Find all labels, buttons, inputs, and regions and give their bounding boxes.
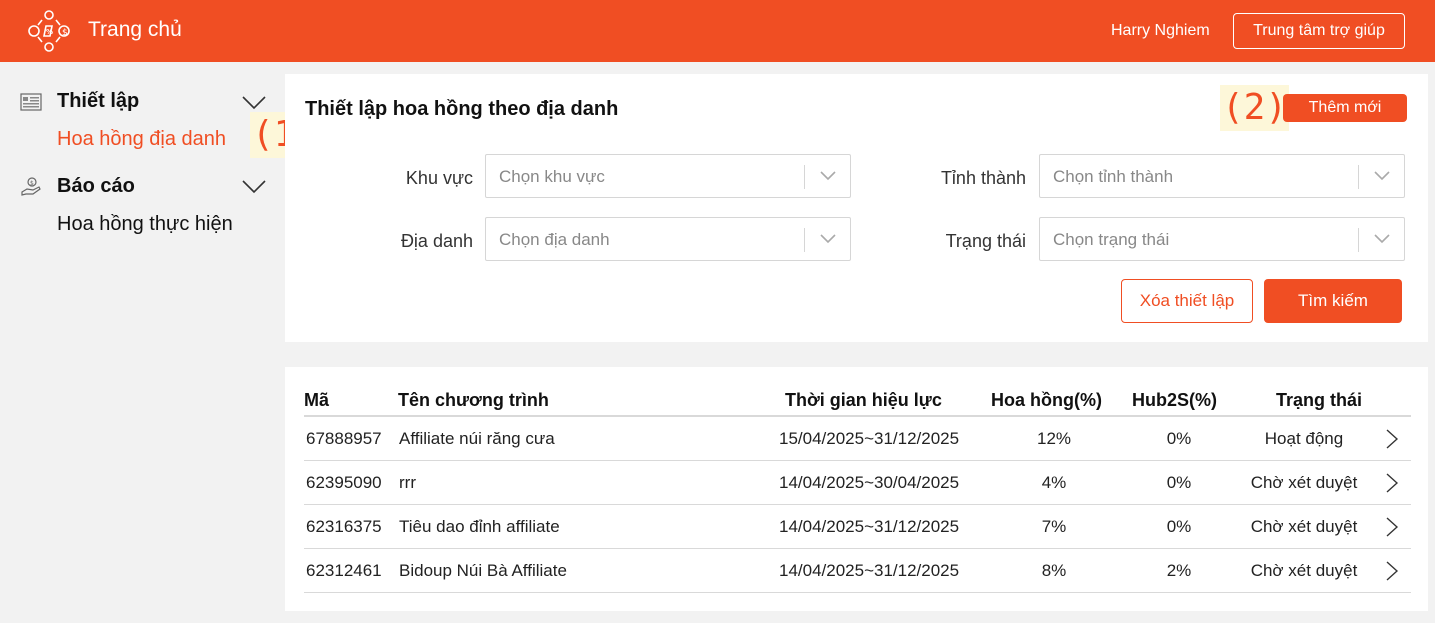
cell-status: Hoạt động [1264, 429, 1344, 448]
select-divider [1358, 165, 1359, 189]
sidebar-item-commission-report[interactable]: Hoa hồng thực hiện [57, 213, 233, 236]
select-divider [804, 165, 805, 189]
table-row[interactable]: 62395090 rrr 14/04/2025~30/04/2025 4% 0%… [304, 461, 1411, 505]
column-header-code: Mã [304, 390, 330, 410]
cell-hub2s: 0% [1166, 517, 1192, 536]
place-placeholder: Chọn địa danh [499, 230, 610, 249]
home-link[interactable]: Trang chủ [88, 18, 182, 42]
table-row[interactable]: 62316375 Tiêu dao đỉnh affiliate 14/04/2… [304, 505, 1411, 549]
table-row[interactable]: 67888957 Affiliate núi răng cưa 15/04/20… [304, 417, 1411, 461]
region-placeholder: Chọn khu vực [499, 167, 605, 186]
cell-period: 14/04/2025~31/12/2025 [779, 517, 960, 536]
cell-name: rrr [399, 473, 416, 492]
chevron-down-icon [1374, 234, 1390, 244]
cell-code: 62312461 [306, 561, 382, 580]
clear-filter-button[interactable]: Xóa thiết lập [1121, 279, 1253, 323]
province-label: Tỉnh thành [940, 168, 1026, 188]
cell-period: 14/04/2025~31/12/2025 [779, 561, 960, 580]
top-bar: $ % Trang chủ Harry Nghiem Trung tâm trợ… [0, 0, 1435, 62]
cell-code: 67888957 [306, 429, 382, 448]
logo-icon[interactable]: $ % [24, 6, 74, 56]
column-header-status: Trạng thái [1276, 390, 1363, 410]
sidebar-section-settings[interactable]: Thiết lập [20, 90, 139, 113]
dashboard-icon [20, 92, 42, 111]
cell-name: Bidoup Núi Bà Affiliate [399, 561, 567, 580]
sidebar-section-label: Thiết lập [57, 90, 140, 112]
column-header-commission: Hoa hồng(%) [991, 390, 1102, 410]
cell-name: Tiêu dao đỉnh affiliate [399, 517, 560, 536]
place-select[interactable]: Chọn địa danh [485, 217, 851, 261]
cell-commission: 7% [1041, 517, 1067, 536]
chevron-down-icon [1374, 171, 1390, 181]
region-label: Khu vực [405, 168, 473, 188]
filter-panel: Thiết lập hoa hồng theo địa danh (2) Thê… [285, 74, 1428, 342]
add-new-button[interactable]: Thêm mới [1283, 94, 1407, 122]
status-placeholder: Chọn trạng thái [1053, 230, 1170, 249]
cell-status: Chờ xét duyệt [1250, 561, 1358, 580]
chevron-down-icon [820, 234, 836, 244]
sidebar-item-place-commission[interactable]: Hoa hồng địa danh [57, 128, 226, 151]
cell-hub2s: 0% [1166, 429, 1192, 448]
svg-text:$: $ [62, 28, 68, 38]
cell-status: Chờ xét duyệt [1250, 517, 1358, 536]
cell-period: 14/04/2025~30/04/2025 [779, 473, 960, 492]
column-header-name: Tên chương trình [398, 390, 549, 410]
chevron-right-icon[interactable] [1386, 517, 1398, 537]
annotation-marker-2: (2) [1220, 85, 1290, 131]
svg-text:%: % [46, 28, 53, 36]
cell-name: Affiliate núi răng cưa [399, 429, 555, 448]
cell-hub2s: 0% [1166, 473, 1192, 492]
status-label: Trạng thái [945, 231, 1026, 251]
sidebar: Thiết lập Hoa hồng địa danh (1) $ Báo cá… [0, 62, 320, 623]
place-label: Địa danh [400, 231, 473, 251]
chevron-down-icon[interactable] [242, 96, 266, 110]
money-hand-icon: $ [21, 176, 41, 196]
page-title: Thiết lập hoa hồng theo địa danh [305, 98, 619, 120]
search-button[interactable]: Tìm kiếm [1264, 279, 1402, 323]
cell-code: 62316375 [306, 517, 382, 536]
cell-commission: 4% [1041, 473, 1067, 492]
chevron-down-icon [820, 171, 836, 181]
sidebar-section-reports[interactable]: $ Báo cáo [20, 175, 135, 198]
cell-period: 15/04/2025~31/12/2025 [779, 429, 960, 448]
chevron-right-icon[interactable] [1386, 473, 1398, 493]
cell-status: Chờ xét duyệt [1250, 473, 1358, 492]
chevron-right-icon[interactable] [1386, 561, 1398, 581]
chevron-right-icon[interactable] [1386, 429, 1398, 449]
column-header-hub2s: Hub2S(%) [1132, 390, 1217, 410]
select-divider [1358, 228, 1359, 252]
province-select[interactable]: Chọn tỉnh thành [1039, 154, 1405, 198]
results-table: Mã Tên chương trình Thời gian hiệu lực H… [285, 367, 1428, 611]
cell-hub2s: 2% [1166, 561, 1192, 580]
help-center-button[interactable]: Trung tâm trợ giúp [1233, 13, 1405, 49]
province-placeholder: Chọn tỉnh thành [1053, 167, 1174, 186]
column-header-period: Thời gian hiệu lực [785, 390, 942, 410]
select-divider [804, 228, 805, 252]
cell-code: 62395090 [306, 473, 382, 492]
status-select[interactable]: Chọn trạng thái [1039, 217, 1405, 261]
cell-commission: 12% [1036, 429, 1072, 448]
chevron-down-icon[interactable] [242, 180, 266, 194]
svg-text:$: $ [30, 180, 34, 187]
table-row[interactable]: 62312461 Bidoup Núi Bà Affiliate 14/04/2… [304, 549, 1411, 593]
sidebar-section-label: Báo cáo [57, 175, 135, 197]
user-name[interactable]: Harry Nghiem [1111, 22, 1210, 40]
cell-commission: 8% [1041, 561, 1067, 580]
region-select[interactable]: Chọn khu vực [485, 154, 851, 198]
